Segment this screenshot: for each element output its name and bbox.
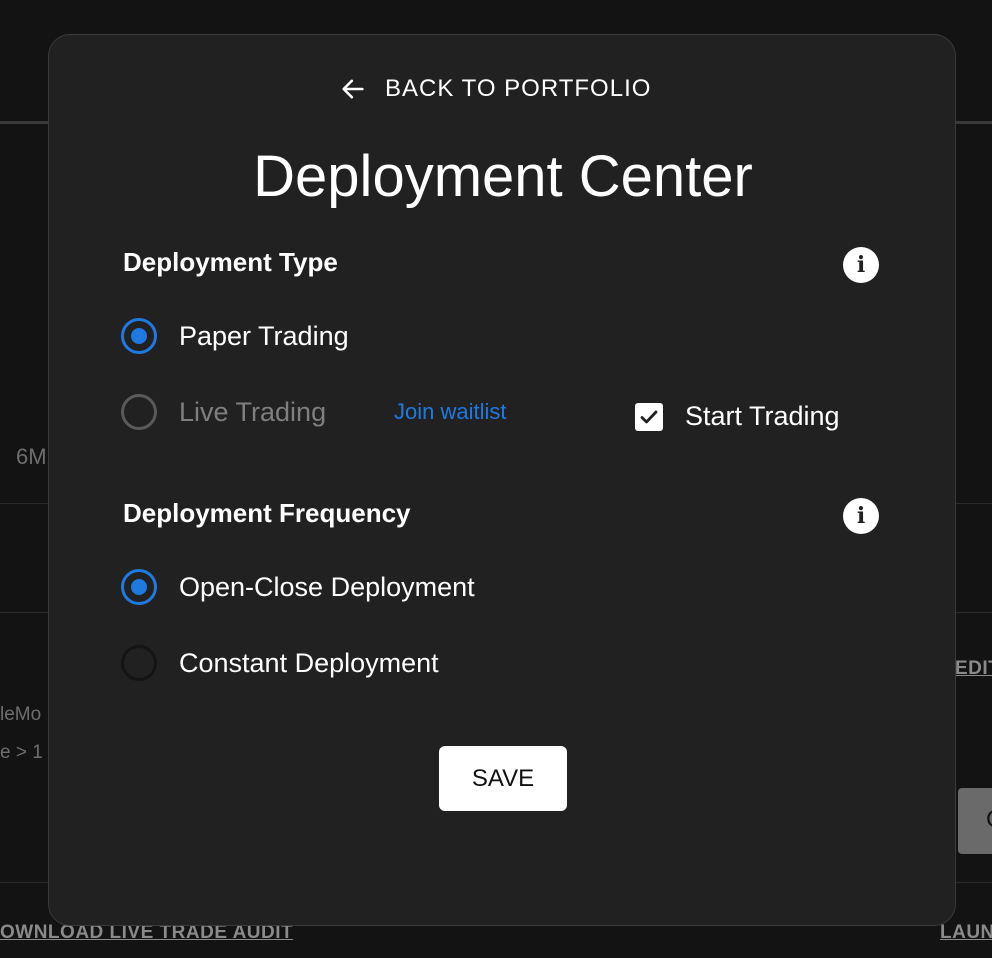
deployment-frequency-heading: Deployment Frequency	[123, 498, 411, 528]
back-label: BACK TO PORTFOLIO	[385, 75, 652, 102]
radio-label: Live Trading	[179, 396, 327, 427]
join-waitlist-link[interactable]: Join waitlist	[394, 399, 506, 425]
radio-label: Paper Trading	[179, 320, 349, 351]
background-edit-link[interactable]: EDIT	[955, 658, 992, 680]
radio-label: Open-Close Deployment	[179, 571, 475, 602]
checkmark-icon	[640, 410, 658, 423]
arrow-left-icon	[342, 79, 364, 99]
radio-label: Constant Deployment	[179, 647, 439, 678]
radio-open-close-deployment[interactable]: Open-Close Deployment	[121, 569, 475, 605]
radio-button[interactable]	[121, 645, 157, 681]
deployment-frequency-info-icon[interactable]: i	[843, 498, 879, 534]
save-button[interactable]: SAVE	[439, 746, 567, 811]
radio-button	[121, 394, 157, 430]
radio-button[interactable]	[121, 318, 157, 354]
deployment-center-modal: BACK TO PORTFOLIO Deployment Center Depl…	[48, 34, 956, 926]
radio-constant-deployment[interactable]: Constant Deployment	[121, 645, 439, 681]
background-button-label: C	[986, 806, 992, 834]
radio-button[interactable]	[121, 569, 157, 605]
back-to-portfolio-link[interactable]: BACK TO PORTFOLIO	[339, 75, 651, 103]
radio-live-trading: Live Trading	[121, 394, 326, 430]
background-condition-text: e > 1	[0, 742, 43, 763]
start-trading-checkbox-row[interactable]: Start Trading	[635, 401, 840, 432]
deployment-type-heading: Deployment Type	[123, 247, 338, 277]
launch-link[interactable]: LAUN	[940, 922, 992, 944]
start-trading-label: Start Trading	[685, 401, 840, 431]
modal-title: Deployment Center	[253, 144, 753, 209]
background-strategy-text: leMo	[0, 704, 42, 725]
radio-paper-trading[interactable]: Paper Trading	[121, 318, 349, 354]
start-trading-checkbox[interactable]	[635, 402, 663, 431]
deployment-type-info-icon[interactable]: i	[843, 247, 879, 283]
background-button[interactable]: C	[958, 788, 992, 854]
background-timeframe-text: 6M	[16, 444, 47, 469]
